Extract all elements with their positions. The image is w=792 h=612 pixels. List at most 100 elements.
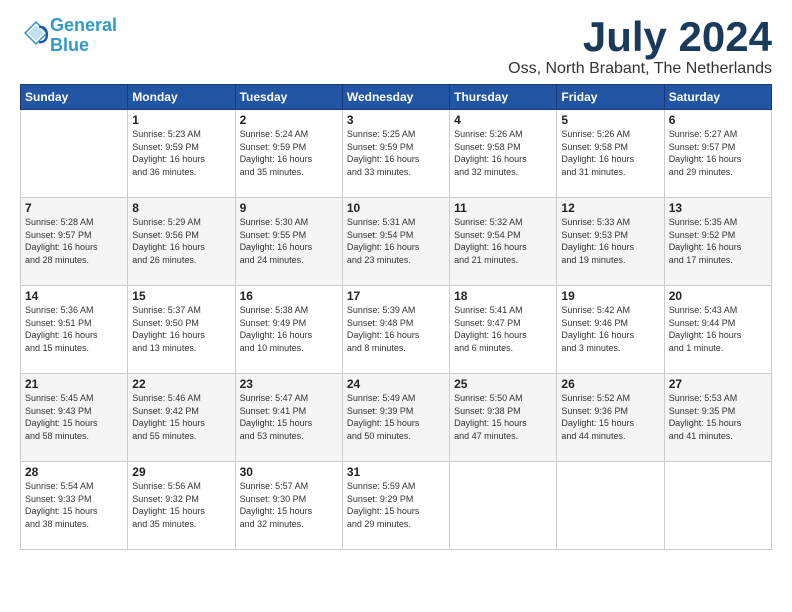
day-number: 31 xyxy=(347,465,445,479)
day-info: Sunrise: 5:37 AM Sunset: 9:50 PM Dayligh… xyxy=(132,304,230,354)
calendar-day-cell: 3Sunrise: 5:25 AM Sunset: 9:59 PM Daylig… xyxy=(342,110,449,198)
calendar-day-cell: 9Sunrise: 5:30 AM Sunset: 9:55 PM Daylig… xyxy=(235,198,342,286)
calendar-day-cell: 23Sunrise: 5:47 AM Sunset: 9:41 PM Dayli… xyxy=(235,374,342,462)
calendar-day-cell xyxy=(664,462,771,550)
day-info: Sunrise: 5:50 AM Sunset: 9:38 PM Dayligh… xyxy=(454,392,552,442)
calendar-day-cell xyxy=(21,110,128,198)
calendar-header-cell: Thursday xyxy=(450,85,557,110)
day-number: 5 xyxy=(561,113,659,127)
calendar-day-cell: 14Sunrise: 5:36 AM Sunset: 9:51 PM Dayli… xyxy=(21,286,128,374)
calendar-day-cell: 2Sunrise: 5:24 AM Sunset: 9:59 PM Daylig… xyxy=(235,110,342,198)
calendar-header-cell: Monday xyxy=(128,85,235,110)
calendar-day-cell: 12Sunrise: 5:33 AM Sunset: 9:53 PM Dayli… xyxy=(557,198,664,286)
calendar-day-cell: 7Sunrise: 5:28 AM Sunset: 9:57 PM Daylig… xyxy=(21,198,128,286)
calendar-header-cell: Friday xyxy=(557,85,664,110)
day-number: 21 xyxy=(25,377,123,391)
calendar-day-cell: 19Sunrise: 5:42 AM Sunset: 9:46 PM Dayli… xyxy=(557,286,664,374)
calendar-day-cell: 18Sunrise: 5:41 AM Sunset: 9:47 PM Dayli… xyxy=(450,286,557,374)
day-number: 27 xyxy=(669,377,767,391)
day-number: 18 xyxy=(454,289,552,303)
calendar-day-cell: 28Sunrise: 5:54 AM Sunset: 9:33 PM Dayli… xyxy=(21,462,128,550)
day-info: Sunrise: 5:29 AM Sunset: 9:56 PM Dayligh… xyxy=(132,216,230,266)
calendar-day-cell: 26Sunrise: 5:52 AM Sunset: 9:36 PM Dayli… xyxy=(557,374,664,462)
day-info: Sunrise: 5:25 AM Sunset: 9:59 PM Dayligh… xyxy=(347,128,445,178)
calendar-day-cell: 20Sunrise: 5:43 AM Sunset: 9:44 PM Dayli… xyxy=(664,286,771,374)
day-info: Sunrise: 5:47 AM Sunset: 9:41 PM Dayligh… xyxy=(240,392,338,442)
logo-text: General Blue xyxy=(50,16,117,56)
day-info: Sunrise: 5:32 AM Sunset: 9:54 PM Dayligh… xyxy=(454,216,552,266)
day-info: Sunrise: 5:28 AM Sunset: 9:57 PM Dayligh… xyxy=(25,216,123,266)
day-info: Sunrise: 5:43 AM Sunset: 9:44 PM Dayligh… xyxy=(669,304,767,354)
calendar-day-cell xyxy=(557,462,664,550)
day-number: 25 xyxy=(454,377,552,391)
day-info: Sunrise: 5:38 AM Sunset: 9:49 PM Dayligh… xyxy=(240,304,338,354)
day-info: Sunrise: 5:33 AM Sunset: 9:53 PM Dayligh… xyxy=(561,216,659,266)
calendar-day-cell: 16Sunrise: 5:38 AM Sunset: 9:49 PM Dayli… xyxy=(235,286,342,374)
day-info: Sunrise: 5:52 AM Sunset: 9:36 PM Dayligh… xyxy=(561,392,659,442)
calendar-header-cell: Sunday xyxy=(21,85,128,110)
calendar-day-cell: 4Sunrise: 5:26 AM Sunset: 9:58 PM Daylig… xyxy=(450,110,557,198)
calendar-day-cell: 6Sunrise: 5:27 AM Sunset: 9:57 PM Daylig… xyxy=(664,110,771,198)
calendar-day-cell: 1Sunrise: 5:23 AM Sunset: 9:59 PM Daylig… xyxy=(128,110,235,198)
header: General Blue July 2024 Oss, North Braban… xyxy=(20,16,772,78)
calendar-day-cell: 8Sunrise: 5:29 AM Sunset: 9:56 PM Daylig… xyxy=(128,198,235,286)
day-info: Sunrise: 5:35 AM Sunset: 9:52 PM Dayligh… xyxy=(669,216,767,266)
calendar-day-cell: 24Sunrise: 5:49 AM Sunset: 9:39 PM Dayli… xyxy=(342,374,449,462)
logo-icon xyxy=(22,19,50,47)
day-number: 9 xyxy=(240,201,338,215)
day-info: Sunrise: 5:36 AM Sunset: 9:51 PM Dayligh… xyxy=(25,304,123,354)
day-info: Sunrise: 5:26 AM Sunset: 9:58 PM Dayligh… xyxy=(454,128,552,178)
day-number: 2 xyxy=(240,113,338,127)
day-info: Sunrise: 5:59 AM Sunset: 9:29 PM Dayligh… xyxy=(347,480,445,530)
page: General Blue July 2024 Oss, North Braban… xyxy=(0,0,792,560)
day-info: Sunrise: 5:56 AM Sunset: 9:32 PM Dayligh… xyxy=(132,480,230,530)
day-number: 29 xyxy=(132,465,230,479)
day-number: 16 xyxy=(240,289,338,303)
day-number: 30 xyxy=(240,465,338,479)
day-info: Sunrise: 5:24 AM Sunset: 9:59 PM Dayligh… xyxy=(240,128,338,178)
calendar-day-cell: 5Sunrise: 5:26 AM Sunset: 9:58 PM Daylig… xyxy=(557,110,664,198)
calendar-week-row: 14Sunrise: 5:36 AM Sunset: 9:51 PM Dayli… xyxy=(21,286,772,374)
day-info: Sunrise: 5:41 AM Sunset: 9:47 PM Dayligh… xyxy=(454,304,552,354)
day-info: Sunrise: 5:42 AM Sunset: 9:46 PM Dayligh… xyxy=(561,304,659,354)
calendar-table: SundayMondayTuesdayWednesdayThursdayFrid… xyxy=(20,84,772,550)
day-number: 13 xyxy=(669,201,767,215)
day-info: Sunrise: 5:30 AM Sunset: 9:55 PM Dayligh… xyxy=(240,216,338,266)
calendar-day-cell: 27Sunrise: 5:53 AM Sunset: 9:35 PM Dayli… xyxy=(664,374,771,462)
day-number: 14 xyxy=(25,289,123,303)
day-number: 17 xyxy=(347,289,445,303)
day-info: Sunrise: 5:49 AM Sunset: 9:39 PM Dayligh… xyxy=(347,392,445,442)
calendar-week-row: 1Sunrise: 5:23 AM Sunset: 9:59 PM Daylig… xyxy=(21,110,772,198)
calendar-day-cell: 13Sunrise: 5:35 AM Sunset: 9:52 PM Dayli… xyxy=(664,198,771,286)
day-number: 12 xyxy=(561,201,659,215)
calendar-day-cell: 29Sunrise: 5:56 AM Sunset: 9:32 PM Dayli… xyxy=(128,462,235,550)
day-info: Sunrise: 5:27 AM Sunset: 9:57 PM Dayligh… xyxy=(669,128,767,178)
day-number: 23 xyxy=(240,377,338,391)
calendar-week-row: 21Sunrise: 5:45 AM Sunset: 9:43 PM Dayli… xyxy=(21,374,772,462)
day-info: Sunrise: 5:39 AM Sunset: 9:48 PM Dayligh… xyxy=(347,304,445,354)
calendar-day-cell: 10Sunrise: 5:31 AM Sunset: 9:54 PM Dayli… xyxy=(342,198,449,286)
calendar-day-cell: 17Sunrise: 5:39 AM Sunset: 9:48 PM Dayli… xyxy=(342,286,449,374)
day-info: Sunrise: 5:46 AM Sunset: 9:42 PM Dayligh… xyxy=(132,392,230,442)
calendar-week-row: 28Sunrise: 5:54 AM Sunset: 9:33 PM Dayli… xyxy=(21,462,772,550)
calendar-header-cell: Tuesday xyxy=(235,85,342,110)
day-number: 20 xyxy=(669,289,767,303)
day-number: 3 xyxy=(347,113,445,127)
day-number: 22 xyxy=(132,377,230,391)
calendar-day-cell: 15Sunrise: 5:37 AM Sunset: 9:50 PM Dayli… xyxy=(128,286,235,374)
month-title: July 2024 xyxy=(508,16,772,58)
day-info: Sunrise: 5:26 AM Sunset: 9:58 PM Dayligh… xyxy=(561,128,659,178)
day-number: 1 xyxy=(132,113,230,127)
day-info: Sunrise: 5:57 AM Sunset: 9:30 PM Dayligh… xyxy=(240,480,338,530)
calendar-body: 1Sunrise: 5:23 AM Sunset: 9:59 PM Daylig… xyxy=(21,110,772,550)
calendar-day-cell xyxy=(450,462,557,550)
calendar-header-cell: Saturday xyxy=(664,85,771,110)
calendar-header-cell: Wednesday xyxy=(342,85,449,110)
day-number: 8 xyxy=(132,201,230,215)
calendar-day-cell: 25Sunrise: 5:50 AM Sunset: 9:38 PM Dayli… xyxy=(450,374,557,462)
day-number: 19 xyxy=(561,289,659,303)
calendar-week-row: 7Sunrise: 5:28 AM Sunset: 9:57 PM Daylig… xyxy=(21,198,772,286)
day-info: Sunrise: 5:31 AM Sunset: 9:54 PM Dayligh… xyxy=(347,216,445,266)
calendar-day-cell: 21Sunrise: 5:45 AM Sunset: 9:43 PM Dayli… xyxy=(21,374,128,462)
day-number: 10 xyxy=(347,201,445,215)
